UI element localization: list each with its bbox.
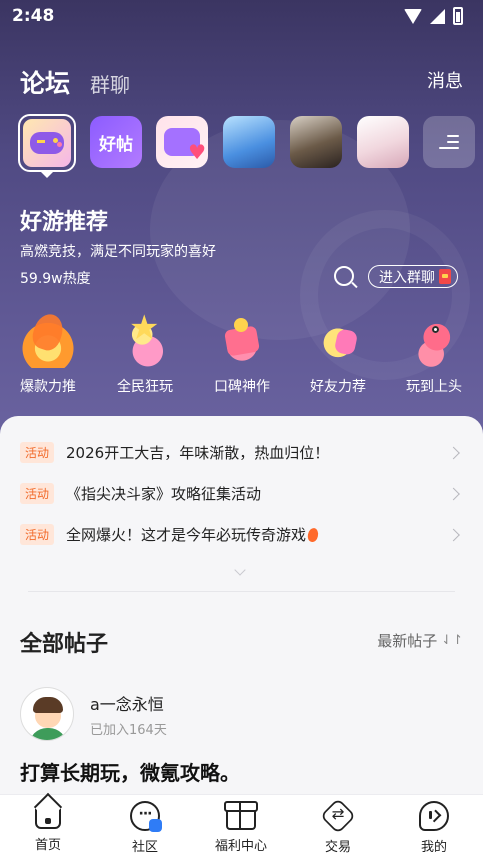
list-check-icon: [439, 134, 459, 150]
activity-text: 全网爆火！这才是今年必玩传奇游戏: [66, 526, 307, 544]
nav-home[interactable]: 首页: [8, 801, 88, 853]
activity-tag: 活动: [20, 524, 55, 545]
recommend-description: 高燃竞技，满足不同玩家的喜好: [20, 244, 216, 260]
messages-link[interactable]: 消息: [427, 67, 463, 93]
top-tabs: 论坛 群聊: [20, 64, 130, 100]
game-icon-chat-heart[interactable]: [156, 116, 208, 168]
hero-banner: 2:48 论坛 群聊 消息 好帖 好: [0, 0, 483, 440]
chevron-right-icon: [447, 528, 460, 541]
fire-mascot-icon: [20, 312, 76, 368]
recommend-title: 好游推荐: [20, 210, 109, 235]
chevron-right-icon: [447, 487, 460, 500]
game-icon-gamepad[interactable]: [18, 114, 76, 172]
gift-box-mascot-icon: [214, 312, 270, 368]
activity-item[interactable]: 活动 全网爆火！这才是今年必玩传奇游戏: [0, 514, 483, 555]
status-icons: [404, 7, 463, 25]
category-hot[interactable]: 爆款力推: [8, 312, 88, 396]
category-label: 玩到上头: [406, 379, 462, 395]
battery-icon: [453, 7, 463, 25]
nav-label: 交易: [324, 840, 351, 855]
post-joined: 已加入164天: [90, 723, 167, 738]
trade-icon: [319, 797, 357, 835]
community-icon: [130, 801, 162, 832]
wifi-icon: [404, 8, 422, 24]
activity-text: 2026开工大吉，年味渐散，热血归位！: [66, 444, 330, 462]
tab-forum[interactable]: 论坛: [20, 64, 70, 100]
category-row: 爆款力推 全民狂玩 口碑神作 好友力荐 玩到上头: [0, 308, 483, 402]
activity-item[interactable]: 活动 2026开工大吉，年味渐散，热血归位！: [0, 432, 483, 473]
post-title[interactable]: 打算长期玩，微氪攻略。: [20, 757, 240, 786]
section-title: 全部帖子: [20, 632, 109, 657]
sort-button[interactable]: 最新帖子 ⇃↾: [377, 630, 463, 651]
activity-tag: 活动: [20, 483, 55, 504]
signal-icon: [430, 8, 445, 24]
category-friends[interactable]: 好友力荐: [298, 312, 378, 396]
more-games-button[interactable]: [423, 116, 475, 168]
selected-indicator: [40, 171, 54, 178]
nav-trade[interactable]: 交易: [298, 797, 378, 855]
avatar[interactable]: [20, 687, 74, 741]
bird-mascot-icon: [406, 312, 462, 368]
nav-mine[interactable]: 我的: [394, 801, 474, 855]
game-icon-3[interactable]: [290, 116, 342, 168]
chevron-down-icon[interactable]: [234, 564, 246, 576]
activity-text: 《指尖决斗家》攻略征集活动: [66, 485, 262, 503]
sort-icon: ⇃↾: [441, 633, 463, 648]
activity-tag: 活动: [20, 442, 55, 463]
post-author[interactable]: a一念永恒: [90, 691, 164, 715]
chat-heart-icon: [164, 128, 206, 164]
chevron-right-icon: [447, 446, 460, 459]
peace-sign-mascot-icon: [310, 312, 366, 368]
nav-label: 社区: [131, 840, 158, 855]
nav-community[interactable]: 社区: [105, 801, 185, 855]
category-all-play[interactable]: 全民狂玩: [105, 308, 185, 396]
category-addictive[interactable]: 玩到上头: [394, 312, 474, 396]
search-icon[interactable]: [334, 266, 354, 286]
sort-label: 最新帖子: [377, 632, 438, 650]
fire-icon: [306, 526, 320, 543]
game-icon-2[interactable]: [223, 116, 275, 168]
activity-item[interactable]: 活动 《指尖决斗家》攻略征集活动: [0, 473, 483, 514]
gift-icon: [224, 801, 258, 830]
star-mascot-icon: [117, 308, 173, 368]
game-icon-4[interactable]: [357, 116, 409, 168]
activity-list: 活动 2026开工大吉，年味渐散，热血归位！ 活动 《指尖决斗家》攻略征集活动 …: [0, 432, 483, 555]
tab-group-chat[interactable]: 群聊: [90, 69, 130, 98]
bottom-nav: 首页 社区 福利中心 交易 我的: [0, 794, 483, 859]
category-label: 好友力荐: [310, 379, 366, 395]
red-packet-icon: [439, 269, 451, 284]
haotie-label: 好帖: [99, 134, 133, 155]
nav-label: 首页: [34, 838, 61, 853]
join-group-label: 进入群聊: [379, 269, 435, 286]
recommend-heat: 59.9w热度: [20, 271, 91, 287]
category-acclaimed[interactable]: 口碑神作: [202, 312, 282, 396]
game-icon-row: 好帖: [18, 114, 478, 178]
mine-icon: [419, 801, 449, 831]
nav-label: 我的: [420, 840, 447, 855]
home-icon: [35, 805, 61, 829]
status-bar: 2:48: [0, 0, 483, 32]
category-label: 爆款力推: [20, 379, 76, 395]
nav-label: 福利中心: [214, 839, 267, 854]
category-label: 口碑神作: [214, 379, 270, 395]
join-group-button[interactable]: 进入群聊: [368, 265, 458, 288]
status-time: 2:48: [12, 6, 55, 26]
category-label: 全民狂玩: [117, 379, 173, 395]
gamepad-icon: [23, 119, 71, 167]
game-icon-haotie[interactable]: 好帖: [90, 116, 142, 168]
divider: [28, 591, 455, 592]
content-panel: 活动 2026开工大吉，年味渐散，热血归位！ 活动 《指尖决斗家》攻略征集活动 …: [0, 416, 483, 794]
nav-welfare[interactable]: 福利中心: [201, 801, 281, 854]
